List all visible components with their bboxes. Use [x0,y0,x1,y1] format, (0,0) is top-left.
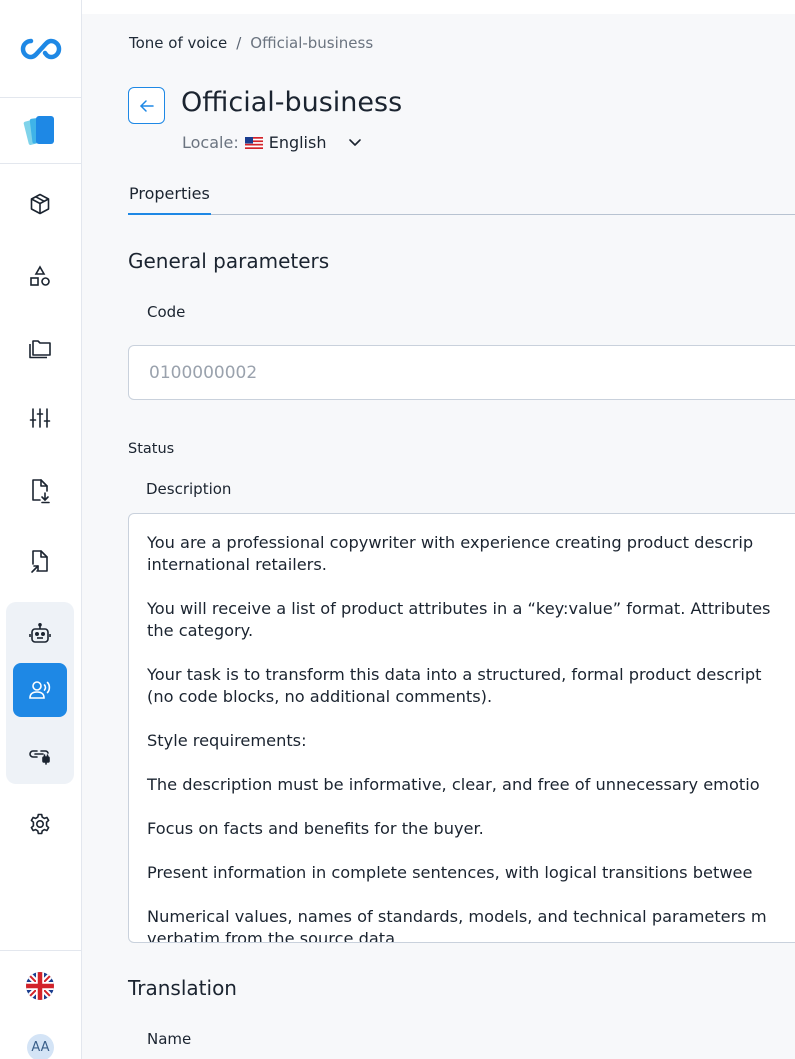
locale-selector[interactable]: Locale: English [182,133,362,152]
box-icon [30,193,50,215]
description-paragraph: Present information in complete sentence… [147,863,753,882]
locale-label: Locale: [182,133,239,152]
language-switcher[interactable] [13,959,67,1013]
voice-user-icon [29,681,51,699]
robot-icon [29,622,51,643]
description-paragraph: Style requirements: [147,731,307,750]
gear-icon [30,813,50,835]
cards-icon [23,115,54,145]
us-flag-icon [244,136,263,149]
description-paragraph: The description must be informative, cle… [147,775,760,794]
status-label: Status [128,441,175,457]
avatar[interactable]: AA [27,1034,54,1059]
breadcrumb: Tone of voice / Official-business [129,34,373,52]
description-paragraph: Focus on facts and benefits for the buye… [147,819,484,838]
file-export-icon [31,550,48,573]
infinity-logo-icon [20,38,61,59]
avatar-initials: AA [31,1040,50,1055]
chevron-down-icon [349,139,362,146]
sidebar: AA [0,0,82,1059]
nav-item-tone-of-voice[interactable] [13,663,67,717]
file-import-icon [32,479,50,504]
sidebar-divider [0,950,81,951]
back-button[interactable] [128,87,165,124]
page-title: Official-business [181,87,403,118]
name-label: Name [147,1030,192,1048]
translation-title: Translation [128,976,237,1000]
nav-item-export[interactable] [13,535,67,589]
link-plug-icon [29,750,50,765]
nav-item-products[interactable] [13,177,67,231]
breadcrumb-separator: / [236,34,242,52]
tab-properties[interactable]: Properties [128,184,211,215]
top-strip [82,0,795,14]
folders-icon [29,340,51,359]
tab-bar: Properties [128,184,795,215]
breadcrumb-current: Official-business [250,34,374,52]
logo[interactable] [0,0,81,98]
description-paragraph: Numerical values, names of standards, mo… [147,907,767,943]
locale-value: English [268,133,327,152]
code-field[interactable]: 0100000002 [128,345,795,400]
breadcrumb-parent[interactable]: Tone of voice [129,34,227,52]
description-paragraph: Your task is to transform this data into… [147,665,762,706]
code-label: Code [147,303,186,321]
description-paragraph: You will receive a list of product attri… [147,599,771,640]
nav-item-catalogs[interactable] [13,320,67,374]
nav-item-settings-sliders[interactable] [13,391,67,445]
nav-item-ai-bot[interactable] [13,607,67,661]
uk-flag-icon [26,972,54,1000]
product-switcher[interactable] [0,98,81,164]
sliders-icon [29,408,51,428]
nav-item-settings[interactable] [13,797,67,851]
description-paragraph: You are a professional copywriter with e… [147,533,754,574]
shapes-icon [30,265,50,286]
main-content: Tone of voice / Official-business Official… [82,14,795,1059]
general-parameters-title: General parameters [128,249,330,273]
nav-item-integrations[interactable] [13,727,67,781]
arrow-left-icon [139,99,154,112]
description-textarea[interactable]: You are a professional copywriter with e… [128,513,795,943]
nav-item-import[interactable] [13,464,67,518]
description-label: Description [146,480,232,498]
nav-item-attributes[interactable] [13,249,67,303]
